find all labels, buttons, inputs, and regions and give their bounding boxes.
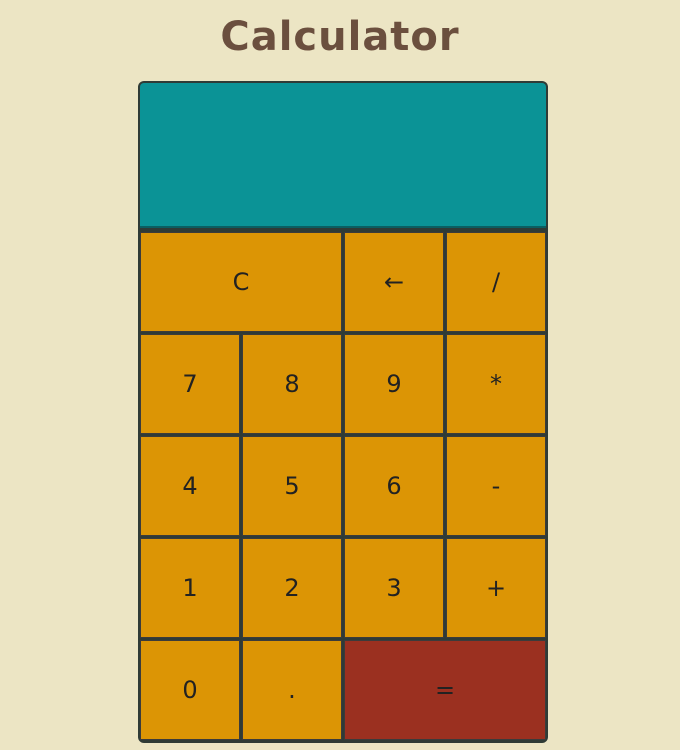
add-button[interactable]: +: [446, 538, 546, 638]
digit-1-button[interactable]: 1: [140, 538, 240, 638]
digit-6-button[interactable]: 6: [344, 436, 444, 536]
divide-button[interactable]: /: [446, 232, 546, 332]
digit-3-button[interactable]: 3: [344, 538, 444, 638]
calculator-display: [140, 83, 546, 228]
calculator: C ← / 7 8 9 * 4 5 6 - 1 2 3 + 0 . =: [138, 81, 548, 743]
backspace-button[interactable]: ←: [344, 232, 444, 332]
digit-4-button[interactable]: 4: [140, 436, 240, 536]
clear-button[interactable]: C: [140, 232, 342, 332]
subtract-button[interactable]: -: [446, 436, 546, 536]
multiply-button[interactable]: *: [446, 334, 546, 434]
page-title: Calculator: [220, 14, 460, 60]
digit-0-button[interactable]: 0: [140, 640, 240, 740]
equals-button[interactable]: =: [344, 640, 546, 740]
digit-2-button[interactable]: 2: [242, 538, 342, 638]
decimal-button[interactable]: .: [242, 640, 342, 740]
digit-9-button[interactable]: 9: [344, 334, 444, 434]
digit-5-button[interactable]: 5: [242, 436, 342, 536]
digit-8-button[interactable]: 8: [242, 334, 342, 434]
digit-7-button[interactable]: 7: [140, 334, 240, 434]
